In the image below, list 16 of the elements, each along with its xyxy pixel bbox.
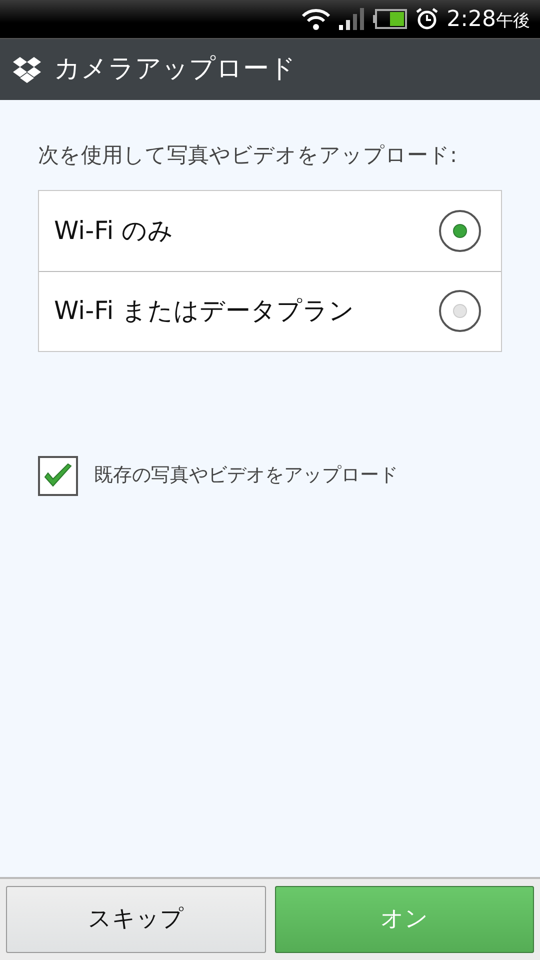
box-logo-icon [12, 56, 42, 84]
clock-time: 2:28 [446, 6, 496, 32]
section-prompt: 次を使用して写真やビデオをアップロード: [38, 142, 458, 169]
checkbox[interactable] [38, 456, 78, 496]
radio-button[interactable] [439, 290, 481, 332]
wifi-icon [300, 7, 331, 31]
alarm-clock-icon [414, 7, 439, 31]
skip-button[interactable]: スキップ [6, 886, 266, 953]
clock-period: 午後 [496, 10, 530, 30]
checkbox-label: 既存の写真やビデオをアップロード [94, 463, 398, 488]
radio-button[interactable] [439, 210, 481, 252]
battery-icon [372, 9, 407, 29]
screen-title: カメラアップロード [54, 53, 296, 86]
option-row[interactable]: Wi-Fi のみ [39, 190, 501, 270]
signal-icon [338, 7, 365, 31]
option-row[interactable]: Wi-Fi またはデータプラン [39, 270, 501, 350]
